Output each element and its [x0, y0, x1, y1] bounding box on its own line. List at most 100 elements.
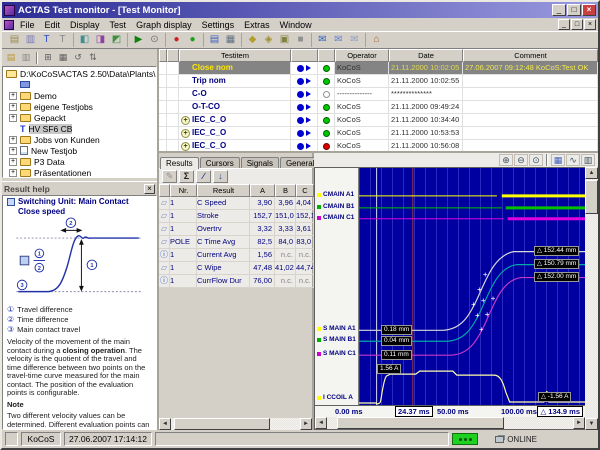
result-row[interactable]: ▱1C Wipe47,4841,0244,74	[159, 262, 312, 275]
scroll-thumb[interactable]	[337, 417, 504, 429]
testitem-row[interactable]: +C-O--------------**************	[159, 88, 598, 101]
sum-icon[interactable]: Σ	[179, 170, 194, 183]
expander-icon[interactable]: +	[9, 169, 17, 177]
window-restore-button[interactable]: □	[567, 4, 581, 16]
tree-item-demo[interactable]: +Demo	[3, 90, 156, 101]
run-test-button[interactable]	[291, 127, 318, 140]
preview-test-icon[interactable]: ⊙	[147, 33, 162, 47]
send-mail-2-icon[interactable]: ✉	[331, 33, 346, 47]
legend-i-ccoil-a[interactable]: I CCOIL A	[317, 394, 353, 401]
menu-test[interactable]: Test	[105, 20, 132, 30]
expander-icon[interactable]: +	[9, 103, 17, 111]
run-test-button[interactable]	[291, 114, 318, 127]
close-icon[interactable]: ×	[144, 184, 155, 194]
results-header-result[interactable]: Result	[197, 184, 250, 197]
plant-tree[interactable]: D:\KoCoS\ACTAS 2.50\Data\Plants\ +Demo+e…	[2, 66, 157, 178]
report-icon[interactable]: ▤	[207, 33, 222, 47]
result-row[interactable]: ▱1Stroke152,7151,0152,1	[159, 210, 312, 223]
column-header[interactable]	[159, 49, 167, 62]
column-header-comment[interactable]: Comment	[463, 49, 598, 62]
tree-item-hv-sf6-cb[interactable]: THV SF6 CB	[3, 123, 156, 134]
scroll-track[interactable]	[327, 417, 573, 429]
legend-s-main-c1[interactable]: S MAIN C1	[317, 350, 356, 357]
menu-window[interactable]: Window	[275, 20, 317, 30]
expander-icon[interactable]: +	[9, 147, 17, 155]
menu-display[interactable]: Display	[65, 20, 105, 30]
signals-icon[interactable]: ∿	[566, 154, 580, 166]
testitem-row[interactable]: +Close nomKoCoS21.11.2000 10:02:0527.06.…	[159, 62, 598, 75]
expander-icon[interactable]: +	[9, 158, 17, 166]
expander-icon[interactable]: +	[9, 92, 17, 100]
tree-item-device2[interactable]	[3, 79, 156, 90]
results-header-c[interactable]: C	[296, 184, 314, 197]
zoom-in-icon[interactable]: ⊕	[499, 154, 513, 166]
scroll-left-icon[interactable]: ◄	[315, 417, 327, 429]
legend-s-main-b1[interactable]: S MAIN B1	[317, 336, 356, 343]
menu-file[interactable]: File	[15, 20, 40, 30]
import-plant-icon[interactable]: ▥	[23, 33, 38, 47]
evaluate-graph-2-icon[interactable]: ◈	[261, 33, 276, 47]
scope-hscrollbar[interactable]: ◄►	[315, 417, 585, 429]
testitem-row[interactable]: +O-T-COKoCoS21.11.2000 09:49:24	[159, 101, 598, 114]
column-header-testitem[interactable]: Testitem	[179, 49, 291, 62]
expand-icon[interactable]: +	[181, 129, 190, 138]
scroll-left-icon[interactable]: ◄	[159, 418, 171, 430]
tree-item-p3-data[interactable]: +P3 Data	[3, 156, 156, 167]
run-test-button[interactable]	[291, 140, 318, 153]
result-row[interactable]: ▱POLEC Time Avg82,584,083,0	[159, 236, 312, 249]
delete-folder-icon[interactable]: ▥	[19, 51, 33, 64]
stop-icon[interactable]: ●	[169, 33, 184, 47]
menu-graph-display[interactable]: Graph display	[131, 20, 197, 30]
result-row[interactable]: ⓘ1Current Avg1,56n.c.n.c.	[159, 249, 312, 262]
start-test-icon[interactable]: ▶	[131, 33, 146, 47]
legend-cmain-c1[interactable]: CMAIN C1	[317, 214, 354, 221]
expand-icon[interactable]: +	[181, 142, 190, 151]
scroll-up-icon[interactable]: ▲	[585, 167, 598, 179]
grid-icon[interactable]: ▦	[551, 154, 565, 166]
window-close-button[interactable]: ×	[582, 4, 596, 16]
scroll-track[interactable]	[171, 418, 300, 430]
mc-close-button[interactable]: ×	[584, 19, 596, 30]
tab-results[interactable]: Results	[160, 157, 199, 169]
text-report-blue-icon[interactable]: T	[39, 33, 54, 47]
edit-result-icon[interactable]: ✎	[162, 170, 177, 183]
results-header-nr[interactable]: Nr.	[170, 184, 197, 197]
mc-restore-button[interactable]: □	[571, 19, 583, 30]
run-test-button[interactable]	[291, 62, 318, 75]
column-header[interactable]	[291, 49, 318, 62]
scope-plot[interactable]: 0.18 mm 0.04 mm 0.11 mm 1.56 A △ 152.44 …	[359, 168, 585, 405]
zoom-reset-icon[interactable]: ⊙	[529, 154, 543, 166]
print-icon[interactable]: ▦	[223, 33, 238, 47]
menu-extras[interactable]: Extras	[239, 20, 275, 30]
column-header-operator[interactable]: Operator	[335, 49, 389, 62]
legend-cmain-a1[interactable]: CMAIN A1	[317, 191, 354, 198]
tree-item-eigene-testjobs[interactable]: +eigene Testjobs	[3, 101, 156, 112]
run-test-button[interactable]	[291, 101, 318, 114]
scope-vscrollbar[interactable]: ▲▼	[585, 167, 598, 430]
expander-icon[interactable]: +	[9, 114, 17, 122]
menu-edit[interactable]: Edit	[40, 20, 66, 30]
evaluate-graph-1-icon[interactable]: ◆	[245, 33, 260, 47]
testitem-row[interactable]: +Trip nomKoCoS21.11.2000 10:02:55	[159, 75, 598, 88]
tree-item-pr-sentationen[interactable]: +Präsentationen	[3, 167, 156, 178]
tab-signals[interactable]: Signals	[241, 157, 279, 168]
menu-settings[interactable]: Settings	[197, 20, 240, 30]
expand-icon[interactable]: +	[181, 116, 190, 125]
send-mail-1-icon[interactable]: ✉	[315, 33, 330, 47]
tree-root[interactable]: D:\KoCoS\ACTAS 2.50\Data\Plants\	[3, 68, 156, 79]
expand-view-icon[interactable]: ⊞	[41, 51, 55, 64]
result-row[interactable]: ▱1C Speed3,903,964,04	[159, 197, 312, 210]
sort-icon[interactable]: ⇅	[86, 51, 100, 64]
expander-icon[interactable]: +	[9, 136, 17, 144]
results-header-a[interactable]: A	[250, 184, 275, 197]
mc-minimize-button[interactable]: _	[558, 19, 570, 30]
evaluate-graph-4-icon[interactable]: ■	[293, 33, 308, 47]
window-minimize-button[interactable]: _	[552, 4, 566, 16]
layout-icon[interactable]: ▥	[581, 154, 595, 166]
tab-cursors[interactable]: Cursors	[200, 157, 240, 168]
column-header-date[interactable]: Date	[389, 49, 463, 62]
scroll-down-icon[interactable]: ▼	[585, 418, 598, 430]
legend-s-main-a1[interactable]: S MAIN A1	[317, 325, 356, 332]
testitem-row[interactable]: +IEC_C_OKoCoS21.11.2000 10:34:40	[159, 114, 598, 127]
results-hscrollbar[interactable]: ◄►	[159, 418, 312, 430]
